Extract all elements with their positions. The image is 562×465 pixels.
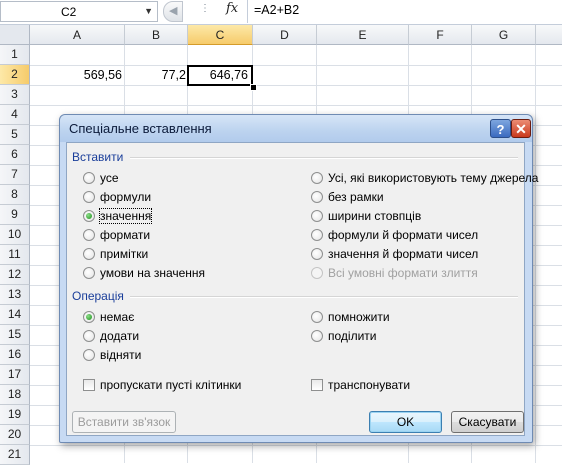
dialog-body: Вставити усе формули значення формати пр…	[66, 142, 538, 436]
row-header-13[interactable]: 13	[0, 285, 30, 305]
column-header-g[interactable]: G	[472, 25, 536, 45]
operation-option-subtract-label: відняти	[100, 348, 142, 362]
group-divider	[130, 157, 518, 159]
row-header-16[interactable]: 16	[0, 345, 30, 365]
cell-a2[interactable]: 569,56	[31, 66, 122, 85]
radio-column-widths[interactable]	[311, 210, 323, 222]
cancel-button[interactable]: Скасувати	[451, 411, 524, 433]
close-icon[interactable]: ✕	[511, 119, 531, 138]
group-divider	[130, 296, 518, 298]
radio-all[interactable]	[83, 172, 95, 184]
operation-option-multiply-label: помножити	[328, 310, 390, 324]
formula-input[interactable]: =A2+B2	[247, 0, 562, 23]
radio-formulas[interactable]	[83, 191, 95, 203]
radio-formulas-number-formats[interactable]	[311, 229, 323, 241]
operation-option-add-label: додати	[100, 329, 140, 343]
cell-c2-active[interactable]: 646,76	[187, 65, 253, 86]
radio-no-borders[interactable]	[311, 191, 323, 203]
paste-option-values-label: значення	[98, 208, 153, 224]
skip-blanks-checkbox[interactable]	[83, 379, 95, 391]
radio-divide[interactable]	[311, 330, 323, 342]
row-header-8[interactable]: 8	[0, 185, 30, 205]
formula-bar: C2 ▼ ◀ ⋮ fx =A2+B2	[0, 0, 562, 25]
select-all-corner[interactable]	[0, 25, 30, 45]
row-header-6[interactable]: 6	[0, 145, 30, 165]
radio-values[interactable]	[83, 210, 95, 222]
fill-handle[interactable]	[250, 84, 257, 91]
paste-option-source-theme-label: Усі, які використовують тему джерела	[328, 171, 539, 185]
column-header-e[interactable]: E	[317, 25, 409, 45]
row-header-15[interactable]: 15	[0, 325, 30, 345]
radio-multiply[interactable]	[311, 311, 323, 323]
operation-option-none-label: немає	[100, 310, 135, 324]
row-header-21[interactable]: 21	[0, 445, 30, 465]
radio-none[interactable]	[83, 311, 95, 323]
transpose-label: транспонувати	[328, 378, 411, 392]
help-icon[interactable]: ?	[490, 119, 511, 138]
insert-function-icon[interactable]: fx	[226, 1, 238, 16]
ok-button[interactable]: OK	[369, 411, 442, 433]
radio-subtract[interactable]	[83, 349, 95, 361]
radio-source-theme[interactable]	[311, 172, 323, 184]
column-header-b[interactable]: B	[125, 25, 188, 45]
operation-group-label: Операція	[72, 289, 124, 303]
column-header-c[interactable]: C	[188, 25, 253, 45]
dialog-titlebar[interactable]: Спеціальне вставлення ? ✕	[60, 115, 532, 142]
row-header-11[interactable]: 11	[0, 245, 30, 265]
name-box[interactable]: C2 ▼	[0, 1, 158, 22]
row-header-2[interactable]: 2	[0, 65, 30, 85]
formula-bar-divider-button[interactable]: ◀	[163, 1, 183, 22]
cell-b2[interactable]: 77,2	[126, 66, 186, 85]
radio-comments[interactable]	[83, 248, 95, 260]
row-header-17[interactable]: 17	[0, 365, 30, 385]
grip-icon: ◀	[169, 5, 178, 17]
paste-option-values-number-formats-label: значення й формати чисел	[328, 247, 479, 261]
paste-option-formats-label: формати	[100, 228, 151, 242]
radio-merge-conditional-formats	[311, 267, 323, 279]
row-header-14[interactable]: 14	[0, 305, 30, 325]
paste-option-comments-label: примітки	[100, 247, 149, 261]
paste-group-label: Вставити	[72, 150, 124, 164]
chevron-down-icon[interactable]: ▼	[144, 6, 153, 16]
transpose-checkbox[interactable]	[311, 379, 323, 391]
row-header-1[interactable]: 1	[0, 45, 30, 65]
paste-option-merge-conditional-formats-label: Всі умовні формати злиття	[328, 266, 478, 280]
name-box-value: C2	[61, 5, 77, 19]
row-header-12[interactable]: 12	[0, 265, 30, 285]
dialog-title: Спеціальне вставлення	[69, 121, 212, 136]
formula-text: =A2+B2	[254, 3, 300, 17]
radio-validation[interactable]	[83, 267, 95, 279]
operation-option-divide-label: поділити	[328, 329, 377, 343]
paste-option-formulas-label: формули	[100, 190, 152, 204]
resize-handle-icon[interactable]: ⋮	[200, 3, 211, 14]
column-header-partial[interactable]	[536, 25, 562, 45]
row-header-7[interactable]: 7	[0, 165, 30, 185]
paste-link-button: Вставити зв'язок	[72, 411, 176, 433]
column-header-f[interactable]: F	[409, 25, 472, 45]
radio-formats[interactable]	[83, 229, 95, 241]
paste-option-validation-label: умови на значення	[100, 266, 206, 280]
row-header-5[interactable]: 5	[0, 125, 30, 145]
column-header-a[interactable]: A	[30, 25, 125, 45]
paste-option-no-borders-label: без рамки	[328, 190, 384, 204]
radio-add[interactable]	[83, 330, 95, 342]
row-header-20[interactable]: 20	[0, 425, 30, 445]
row-header-9[interactable]: 9	[0, 205, 30, 225]
paste-option-column-widths-label: ширини стовпців	[328, 209, 422, 223]
radio-values-number-formats[interactable]	[311, 248, 323, 260]
row-header-18[interactable]: 18	[0, 385, 30, 405]
skip-blanks-label: пропускати пусті клітинки	[100, 378, 242, 392]
paste-option-all-label: усе	[100, 171, 119, 185]
row-header-4[interactable]: 4	[0, 105, 30, 125]
row-header-19[interactable]: 19	[0, 405, 30, 425]
paste-option-formulas-number-formats-label: формули й формати чисел	[328, 228, 479, 242]
row-header-10[interactable]: 10	[0, 225, 30, 245]
paste-special-dialog: Спеціальне вставлення ? ✕ Вставити усе ф…	[59, 114, 538, 443]
row-header-3[interactable]: 3	[0, 85, 30, 105]
column-header-d[interactable]: D	[253, 25, 317, 45]
